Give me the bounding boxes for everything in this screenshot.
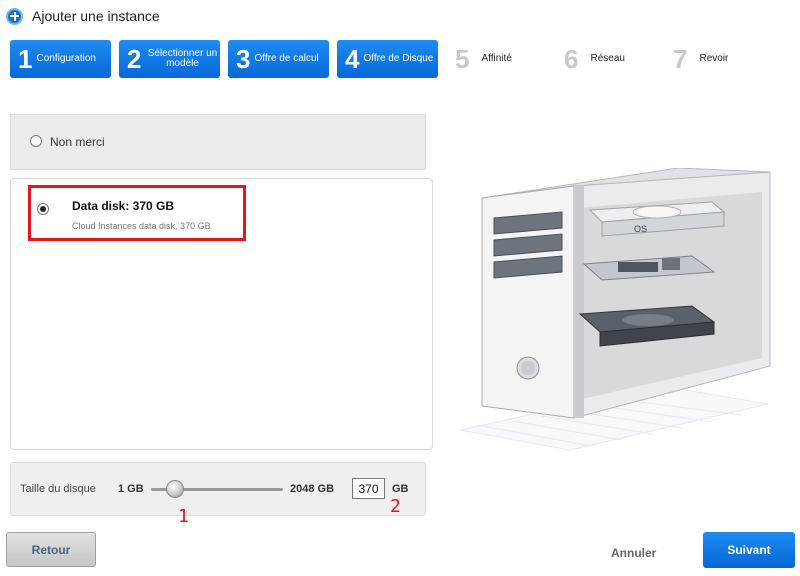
- data-disk-subtitle: Cloud Instances data disk, 370 GB: [72, 221, 211, 231]
- annotation-marker-1: 1: [178, 506, 189, 527]
- step-number: 4: [345, 44, 360, 74]
- radio-data-disk[interactable]: [37, 203, 49, 215]
- server-illustration: OS: [459, 168, 771, 451]
- step-label: Offre de Disque: [363, 52, 434, 64]
- step-label: Affinité: [481, 52, 512, 64]
- next-button[interactable]: Suivant: [703, 532, 795, 568]
- step-label: Réseau: [590, 52, 625, 64]
- option-data-disk[interactable]: Data disk: 370 GB Cloud Instances data d…: [10, 178, 433, 450]
- disk-size-unit: GB: [392, 483, 409, 495]
- disk-size-panel: Taille du disque 1 GB 2048 GB GB: [10, 462, 426, 516]
- step-label: Revoir: [699, 52, 729, 64]
- step-disk-offering[interactable]: 4 Offre de Disque: [337, 40, 438, 78]
- step-number: 1: [18, 44, 33, 74]
- step-number: 2: [127, 44, 142, 74]
- annotation-highlight-box: [28, 185, 246, 241]
- step-number: 7: [673, 44, 688, 74]
- step-label: Configuration: [36, 52, 96, 64]
- step-select-template[interactable]: 2 Sélectionner un modèle: [119, 40, 220, 78]
- step-number: 3: [236, 44, 251, 74]
- drive-bays: [493, 211, 563, 279]
- step-label: Sélectionner un modèle: [147, 47, 218, 69]
- os-label: OS: [634, 224, 647, 234]
- step-affinity: 5 Affinité: [455, 40, 512, 78]
- step-number: 6: [564, 44, 579, 74]
- disk-size-slider-thumb[interactable]: [165, 480, 184, 498]
- cancel-button[interactable]: Annuler: [611, 546, 656, 560]
- slider-max-label: 2048 GB: [290, 483, 335, 495]
- step-label: Offre de calcul: [254, 52, 319, 64]
- radio-no-disk[interactable]: [30, 135, 42, 147]
- disk-size-input[interactable]: [352, 478, 385, 499]
- option-no-disk-label: Non merci: [50, 135, 105, 149]
- step-network: 6 Réseau: [564, 40, 625, 78]
- data-disk-title: Data disk: 370 GB: [72, 199, 175, 213]
- step-number: 5: [455, 44, 470, 74]
- step-configuration[interactable]: 1 Configuration: [10, 40, 111, 78]
- plus-circle-icon: [6, 7, 23, 25]
- dialog-header: Ajouter une instance: [6, 6, 160, 26]
- step-review: 7 Revoir: [673, 40, 728, 78]
- dialog-title: Ajouter une instance: [32, 8, 160, 24]
- option-no-disk[interactable]: Non merci: [10, 114, 426, 170]
- disk-size-label: Taille du disque: [20, 483, 96, 495]
- annotation-marker-2: 2: [390, 496, 401, 517]
- slider-min-label: 1 GB: [118, 483, 144, 495]
- back-button[interactable]: Retour: [6, 532, 96, 567]
- step-compute-offering[interactable]: 3 Offre de calcul: [228, 40, 329, 78]
